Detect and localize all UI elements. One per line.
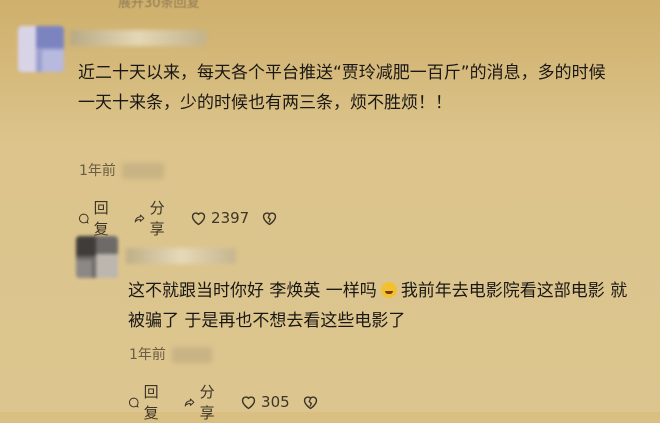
comment-text: 这不就跟当时你好 李焕英 一样吗 我前年去电影院看这部电影 就被骗了 于是再也不想…: [128, 281, 628, 331]
username[interactable]: [70, 30, 206, 46]
reply-button[interactable]: 回复: [78, 197, 114, 239]
comment-icon: [78, 213, 89, 224]
share-icon: [134, 214, 145, 222]
avatar[interactable]: [76, 236, 118, 278]
broken-heart-icon: [263, 211, 277, 225]
share-button[interactable]: 分享: [184, 381, 220, 423]
broken-heart-icon: [303, 395, 317, 409]
share-button[interactable]: 分享: [134, 197, 170, 239]
like-button[interactable]: 2397: [190, 209, 249, 227]
comment-actions: 回复 分享 305: [128, 381, 339, 423]
share-icon: [184, 398, 195, 406]
comment-actions: 回复 分享 2397: [78, 197, 298, 239]
comment-time: 1年前: [79, 160, 164, 180]
like-button[interactable]: 305: [240, 393, 290, 411]
comment-icon: [128, 397, 139, 408]
avatar[interactable]: [18, 26, 64, 72]
username[interactable]: [126, 248, 236, 264]
heart-icon: [191, 211, 206, 225]
like-count: 2397: [211, 209, 250, 227]
laughing-emoji: [380, 282, 397, 298]
location-blurred: [171, 347, 212, 363]
like-count: 305: [261, 393, 290, 411]
dislike-button[interactable]: [302, 394, 319, 411]
dislike-button[interactable]: [261, 210, 278, 227]
comment-time: 1年前: [129, 344, 212, 364]
location-blurred: [121, 163, 164, 179]
expand-replies-label[interactable]: 展开30条回复: [118, 0, 288, 8]
comment-text: 近二十天以来，每天各个平台推送“贾玲减肥一百斤”的消息，多的时候一天十来条，少的…: [78, 63, 606, 113]
reply-button[interactable]: 回复: [128, 381, 164, 423]
heart-icon: [241, 395, 256, 409]
